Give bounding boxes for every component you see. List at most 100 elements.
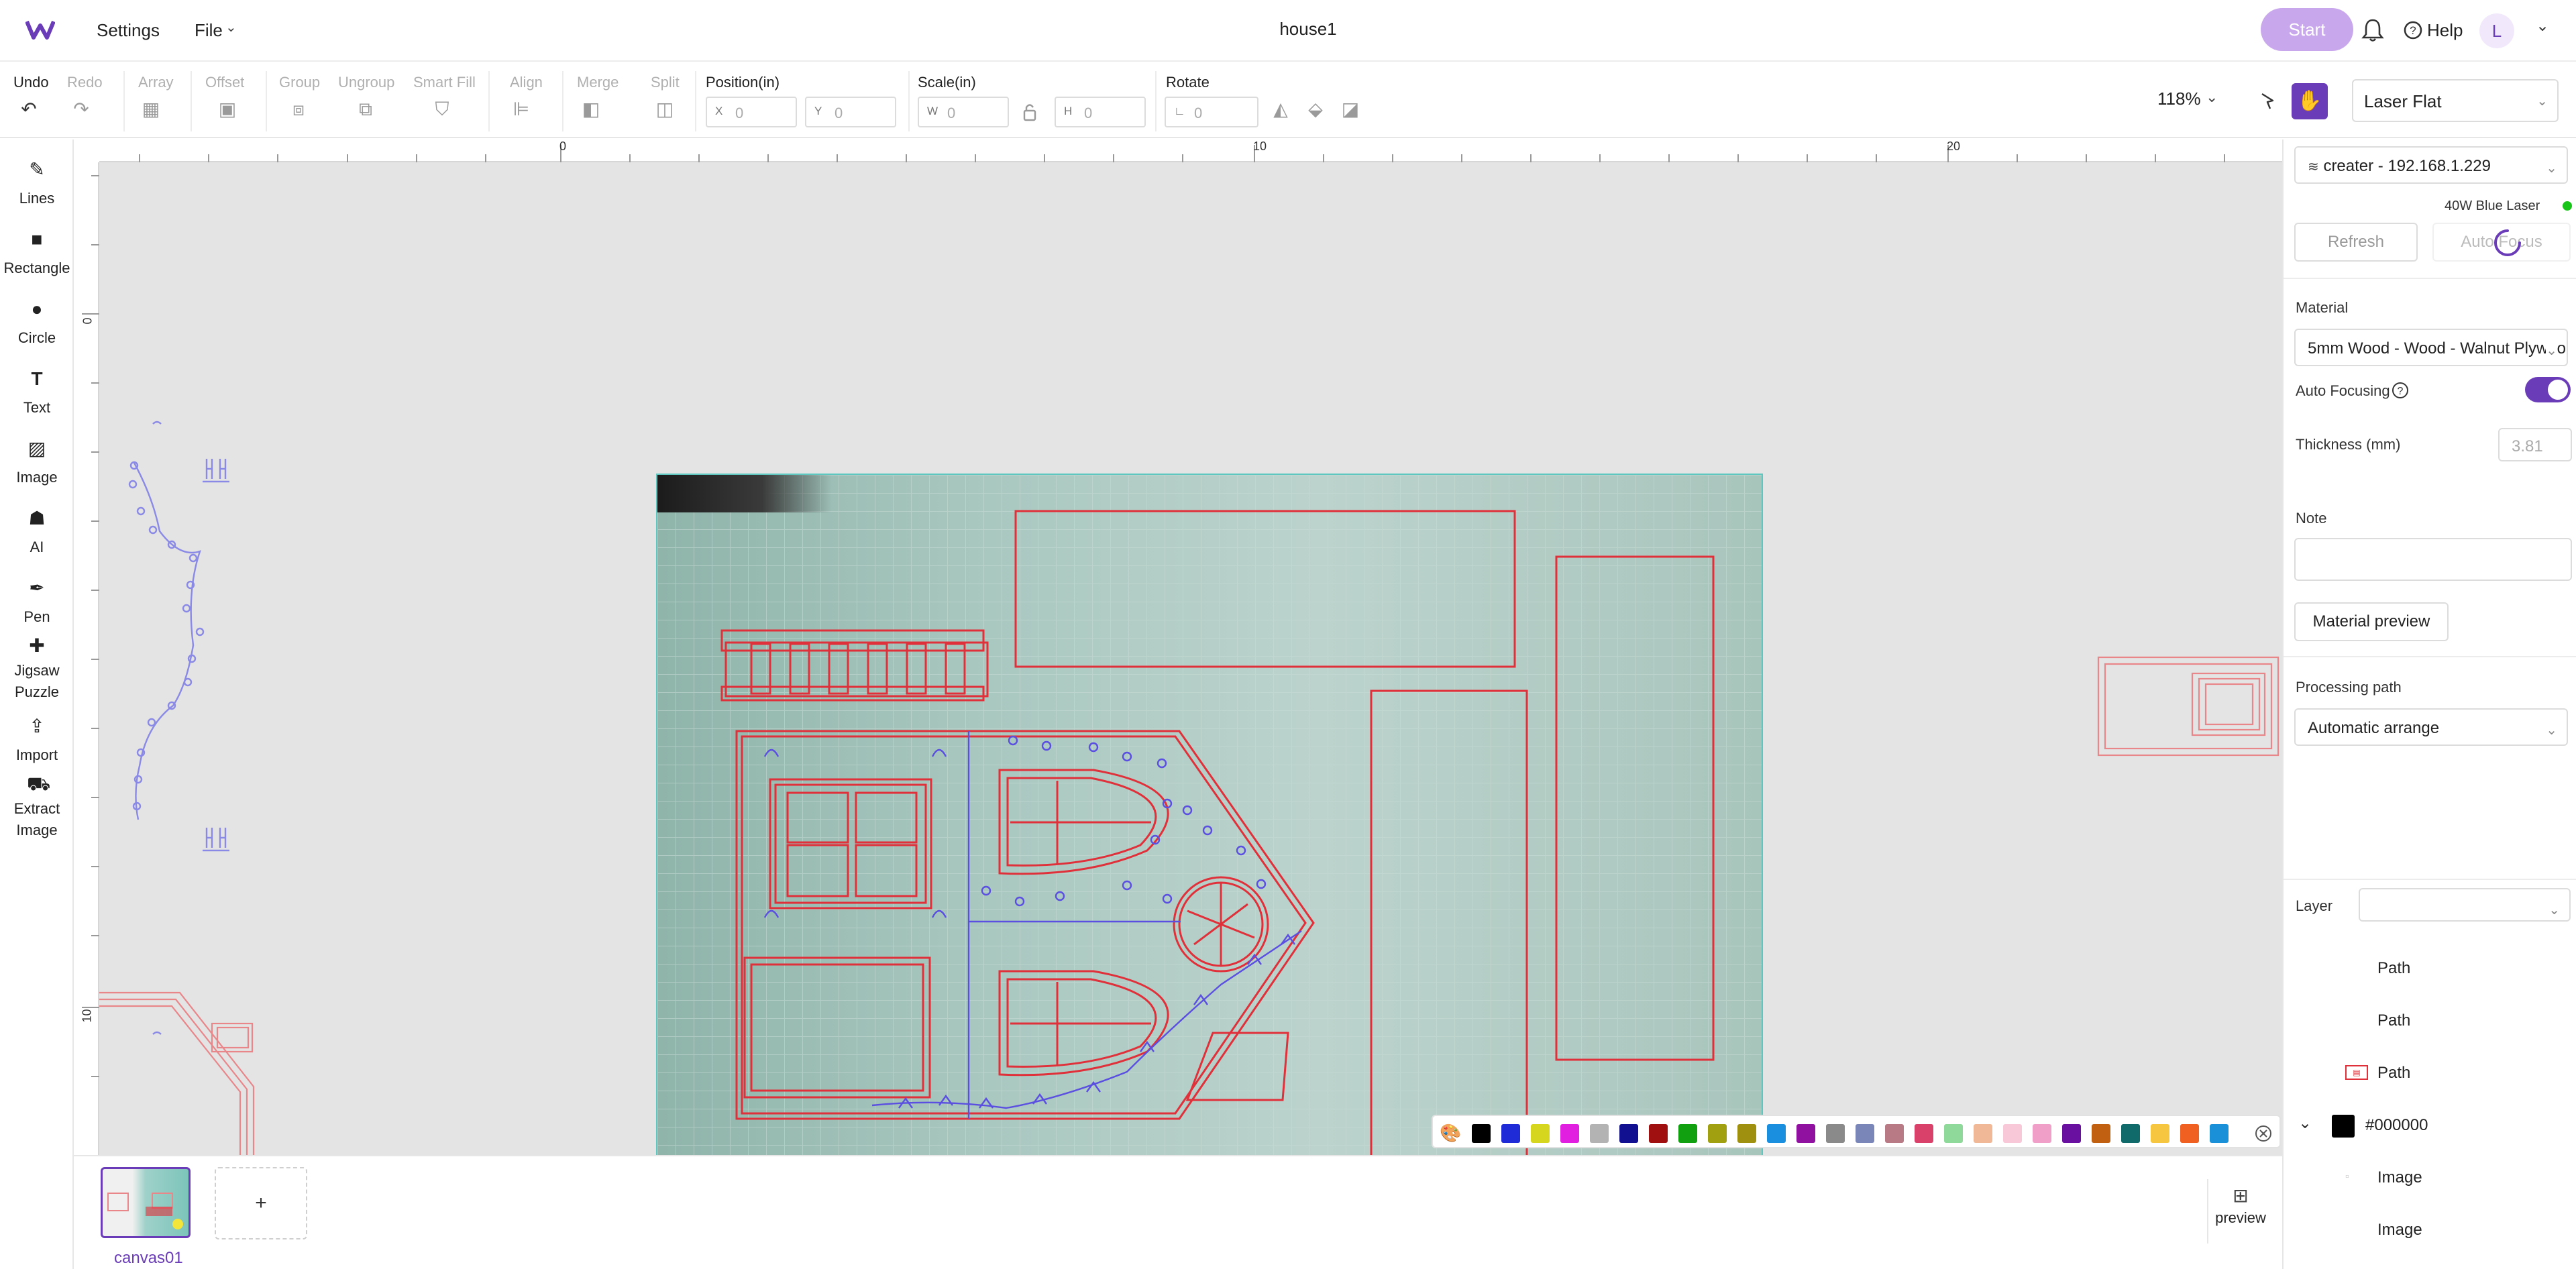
color-swatch[interactable]	[2033, 1124, 2051, 1143]
canvas-thumbnail[interactable]	[101, 1167, 191, 1238]
circle-tool[interactable]: ● Circle	[0, 299, 74, 349]
machine-select[interactable]: Laser Flat ⌄	[2352, 79, 2559, 122]
color-swatch[interactable]	[1678, 1124, 1697, 1143]
color-swatch[interactable]	[1501, 1124, 1520, 1143]
processing-path-select[interactable]: Automatic arrange ⌄	[2294, 708, 2568, 746]
zoom-level[interactable]: 118%	[2157, 89, 2201, 109]
merge-icon[interactable]: ◧	[581, 99, 601, 119]
vine-decoration-shape[interactable]	[126, 417, 233, 1048]
color-swatch[interactable]	[1944, 1124, 1963, 1143]
color-swatch[interactable]	[1560, 1124, 1579, 1143]
color-swatch[interactable]	[2062, 1124, 2081, 1143]
color-swatch[interactable]	[1796, 1124, 1815, 1143]
rotate-input[interactable]: ∟ 0	[1165, 97, 1258, 127]
color-swatch[interactable]	[1590, 1124, 1609, 1143]
color-swatch[interactable]	[2151, 1124, 2169, 1143]
ai-tool[interactable]: ☗ AI	[0, 508, 74, 558]
layer-select[interactable]: ⌄	[2359, 888, 2571, 922]
layer-color-swatch[interactable]	[2332, 1115, 2355, 1138]
settings-menu[interactable]: Settings	[97, 20, 160, 41]
align-icon[interactable]: ⊫	[511, 99, 531, 119]
color-swatch[interactable]	[1915, 1124, 1933, 1143]
color-swatch[interactable]	[2121, 1124, 2140, 1143]
auto-focusing-toggle[interactable]	[2525, 377, 2571, 402]
thickness-input[interactable]: 3.81	[2498, 428, 2572, 461]
start-button[interactable]: Start	[2261, 8, 2353, 51]
palette-icon[interactable]: 🎨	[1440, 1123, 1461, 1144]
color-swatch[interactable]	[1767, 1124, 1786, 1143]
hand-pan-button[interactable]: ✋	[2292, 83, 2328, 119]
undo-icon[interactable]: ↶	[19, 99, 39, 119]
scale-width-input[interactable]: W 0	[918, 97, 1009, 127]
array-icon[interactable]: ▦	[141, 99, 161, 119]
note-textarea[interactable]	[2294, 538, 2572, 581]
color-swatch[interactable]	[1649, 1124, 1668, 1143]
extract-image-tool[interactable]: ⛟ Extract Image	[0, 774, 74, 841]
color-swatch[interactable]	[1737, 1124, 1756, 1143]
scale-height-input[interactable]: H 0	[1055, 97, 1146, 127]
redo-icon[interactable]: ↷	[71, 99, 91, 119]
work-area-camera-view[interactable]	[656, 474, 1763, 1211]
color-swatch[interactable]	[2210, 1124, 2229, 1143]
color-swatch[interactable]	[1885, 1124, 1904, 1143]
color-swatch[interactable]	[1708, 1124, 1727, 1143]
help-icon[interactable]: ?	[2403, 20, 2423, 40]
help-link[interactable]: Help	[2427, 20, 2463, 41]
material-select[interactable]: 5mm Wood - Wood - Walnut Plywood ⌄	[2294, 329, 2568, 366]
color-swatch[interactable]	[2180, 1124, 2199, 1143]
group-icon[interactable]: ⧈	[288, 99, 309, 119]
close-icon[interactable]	[2254, 1124, 2273, 1143]
color-swatch[interactable]	[2003, 1124, 2022, 1143]
color-swatch[interactable]	[1826, 1124, 1845, 1143]
image-tool[interactable]: ▨ Image	[0, 439, 74, 488]
bell-icon[interactable]	[2361, 17, 2384, 43]
color-swatch[interactable]	[1974, 1124, 1992, 1143]
pen-tool[interactable]: ✒ Pen	[0, 578, 74, 628]
help-circle-icon[interactable]: ?	[2391, 381, 2410, 400]
layer-item[interactable]: Path	[2284, 995, 2576, 1048]
machine-select-value: Laser Flat	[2364, 91, 2442, 111]
refresh-button[interactable]: Refresh	[2294, 223, 2418, 262]
pointer-icon[interactable]	[2258, 91, 2277, 111]
import-tool[interactable]: ⇪ Import	[0, 716, 74, 766]
layer-item[interactable]: Image	[2284, 1205, 2576, 1257]
position-y-input[interactable]: Y 0	[805, 97, 896, 127]
color-swatch[interactable]	[1619, 1124, 1638, 1143]
position-x-input[interactable]: X 0	[706, 97, 797, 127]
color-swatch[interactable]	[1531, 1124, 1550, 1143]
device-connection-select[interactable]: ≋ creater - 192.168.1.229 ⌄	[2294, 146, 2568, 184]
house-design-paths[interactable]	[657, 475, 1763, 1211]
preview-button[interactable]: ⊞ preview	[2207, 1179, 2273, 1244]
design-canvas[interactable]	[99, 162, 2282, 1211]
arrange-icon[interactable]: ◪	[1340, 99, 1360, 119]
lock-icon[interactable]	[1022, 102, 1037, 122]
account-chevron-down-icon[interactable]: ⌄	[2536, 16, 2549, 36]
color-swatch[interactable]	[1472, 1124, 1491, 1143]
material-preview-button[interactable]: Material preview	[2294, 602, 2449, 641]
rectangle-tool[interactable]: ■ Rectangle	[0, 229, 74, 279]
layer-item[interactable]: Path	[2284, 943, 2576, 995]
color-swatch[interactable]	[2092, 1124, 2110, 1143]
layer-item[interactable]: ▤ Path	[2284, 1048, 2576, 1100]
offset-icon[interactable]: ▣	[217, 99, 237, 119]
avatar[interactable]: L	[2479, 13, 2514, 48]
jigsaw-puzzle-tool[interactable]: ✚ Jigsaw Puzzle	[0, 636, 74, 703]
smart-fill-icon[interactable]: ⛉	[432, 99, 452, 119]
layer-group-row[interactable]: ⌄ #000000	[2284, 1100, 2576, 1152]
chevron-down-icon[interactable]: ⌄	[2298, 1113, 2312, 1133]
flip-horizontal-icon[interactable]: ◭	[1271, 99, 1291, 119]
split-icon[interactable]: ◫	[655, 99, 675, 119]
app-logo-icon[interactable]	[25, 19, 55, 40]
canvas-tab-label[interactable]: canvas01	[114, 1249, 183, 1268]
roof-piece-shape[interactable]	[99, 986, 260, 1160]
lines-tool[interactable]: ✎ Lines	[0, 160, 74, 209]
window-piece-shape[interactable]	[2097, 656, 2279, 757]
layer-item[interactable]: ▫ Image	[2284, 1152, 2576, 1205]
file-menu[interactable]: File	[195, 20, 223, 41]
zoom-chevron-down-icon[interactable]: ⌄	[2206, 89, 2218, 106]
ungroup-icon[interactable]: ⧉	[356, 99, 376, 119]
add-canvas-button[interactable]: +	[215, 1167, 307, 1239]
color-swatch[interactable]	[1856, 1124, 1874, 1143]
text-tool[interactable]: T Text	[0, 369, 74, 419]
flip-vertical-icon[interactable]: ⬙	[1305, 99, 1326, 119]
